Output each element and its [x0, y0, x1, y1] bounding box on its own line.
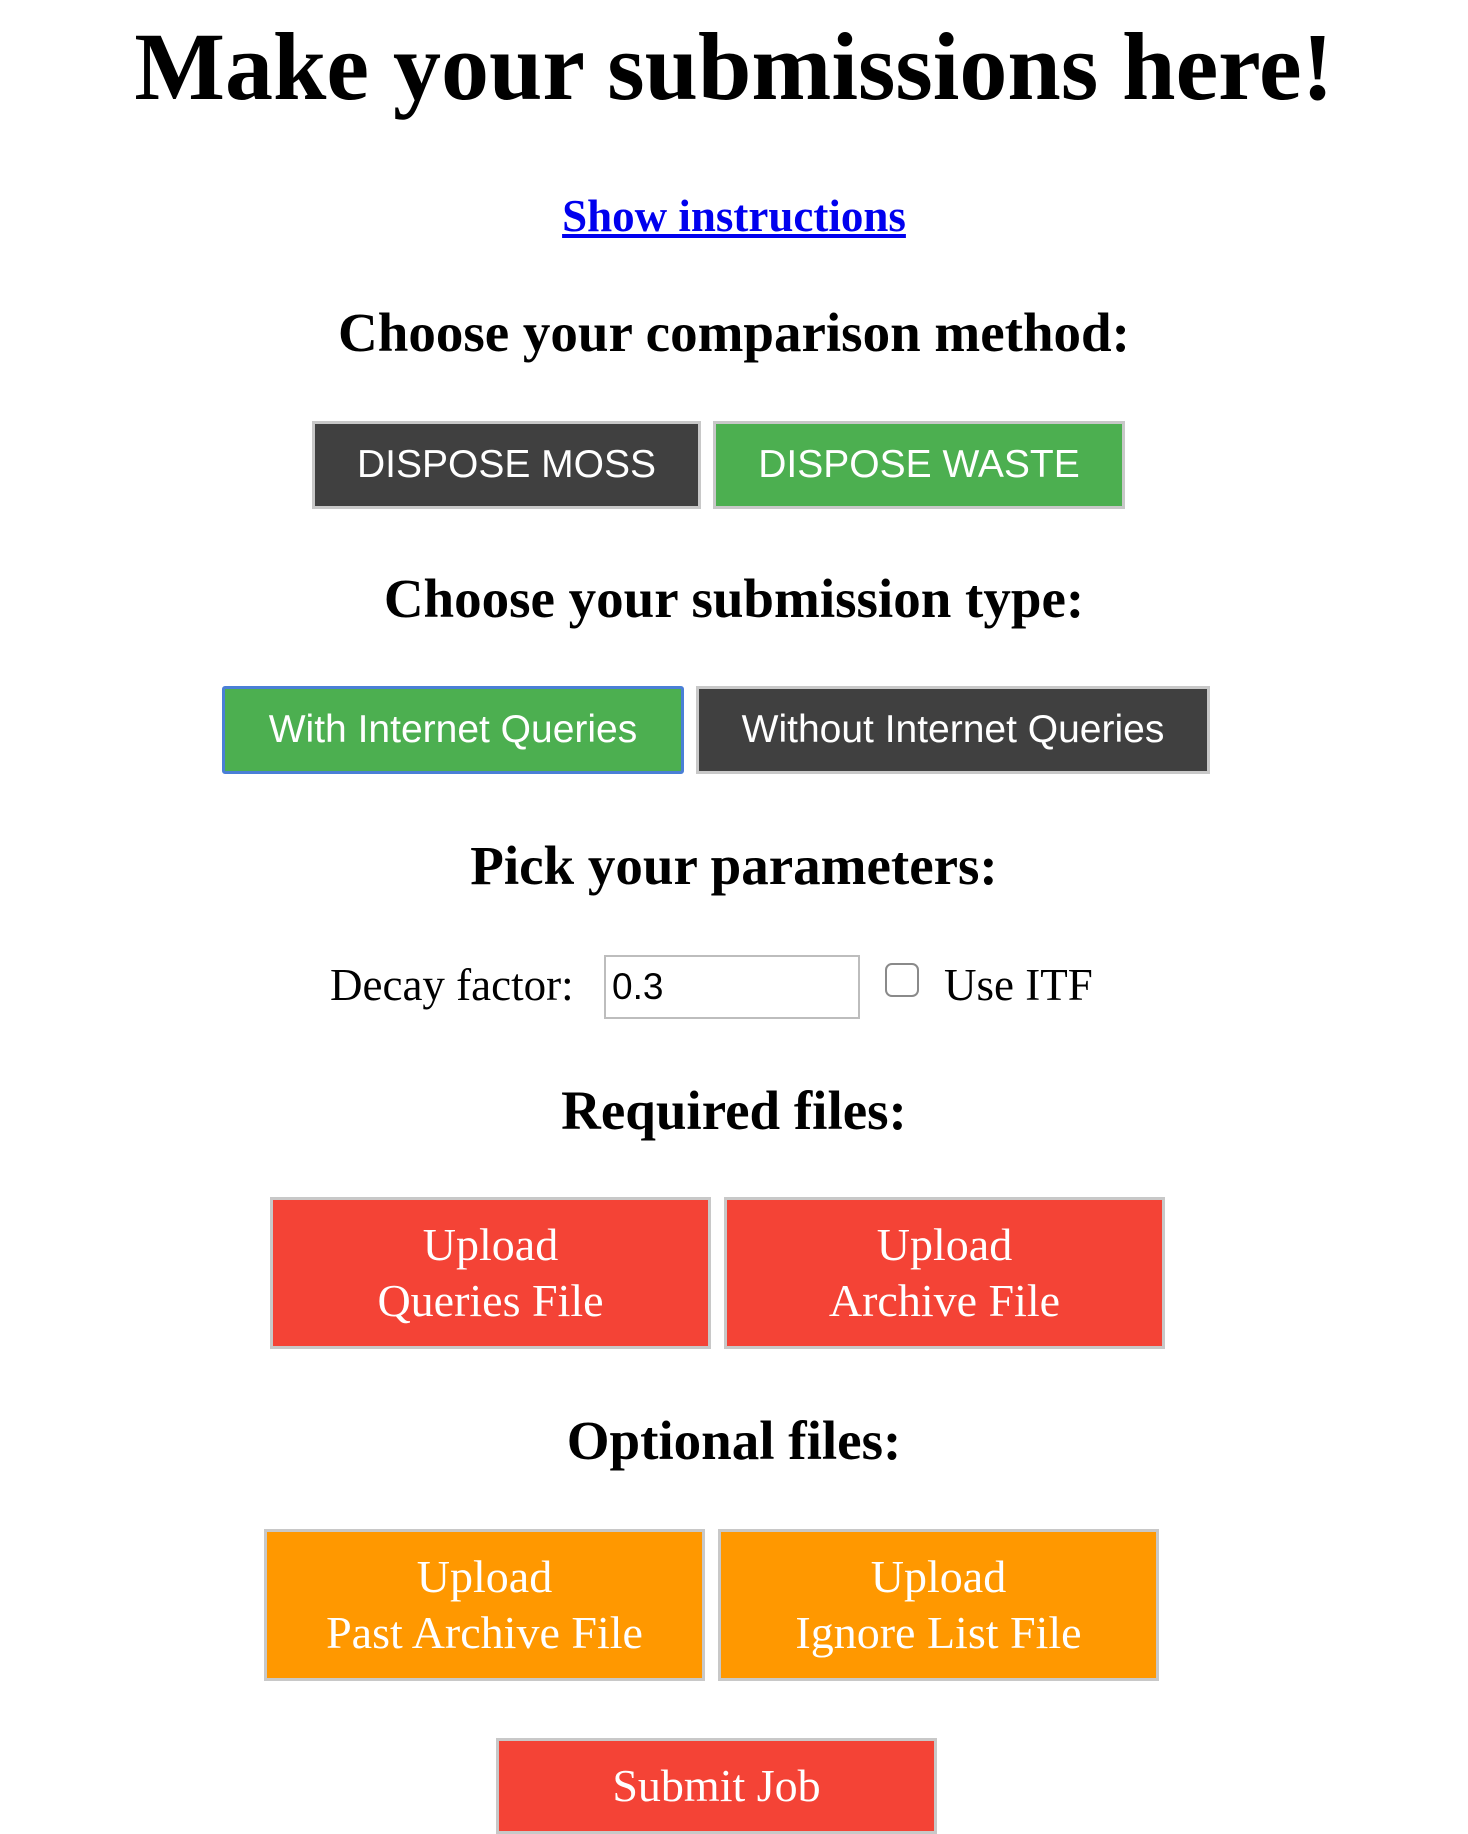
decay-factor-input[interactable] — [604, 955, 860, 1019]
dispose-waste-button[interactable]: DISPOSE WASTE — [713, 421, 1125, 509]
submission-type-heading: Choose your submission type: — [383, 568, 1085, 629]
upload-ignore-list-line1: Upload — [870, 1551, 1007, 1602]
without-internet-queries-button[interactable]: Without Internet Queries — [696, 686, 1210, 774]
page-title: Make your submissions here! — [134, 13, 1334, 120]
with-internet-queries-button[interactable]: With Internet Queries — [222, 686, 684, 774]
required-files-heading: Required files: — [561, 1080, 907, 1141]
upload-past-archive-line1: Upload — [416, 1551, 553, 1602]
instructions-link-container: Show instructions — [0, 188, 1468, 244]
decay-factor-label: Decay factor: — [330, 960, 574, 1010]
upload-queries-line2: Queries File — [377, 1275, 604, 1326]
comparison-method-heading: Choose your comparison method: — [338, 302, 1130, 363]
upload-ignore-list-line2: Ignore List File — [795, 1607, 1082, 1658]
upload-archive-line1: Upload — [876, 1219, 1013, 1270]
show-instructions-link[interactable]: Show instructions — [562, 191, 906, 241]
upload-queries-file-button[interactable]: Upload Queries File — [270, 1197, 711, 1349]
upload-ignore-list-file-button[interactable]: Upload Ignore List File — [718, 1529, 1159, 1681]
submit-job-button[interactable]: Submit Job — [496, 1738, 937, 1834]
upload-queries-line1: Upload — [422, 1219, 559, 1270]
use-itf-checkbox[interactable] — [885, 963, 919, 997]
upload-archive-file-button[interactable]: Upload Archive File — [724, 1197, 1165, 1349]
dispose-moss-button[interactable]: DISPOSE MOSS — [312, 421, 701, 509]
upload-past-archive-file-button[interactable]: Upload Past Archive File — [264, 1529, 705, 1681]
upload-past-archive-line2: Past Archive File — [326, 1607, 643, 1658]
parameters-heading: Pick your parameters: — [470, 835, 998, 896]
optional-files-heading: Optional files: — [566, 1410, 902, 1471]
use-itf-label: Use ITF — [944, 960, 1093, 1010]
upload-archive-line2: Archive File — [828, 1275, 1061, 1326]
